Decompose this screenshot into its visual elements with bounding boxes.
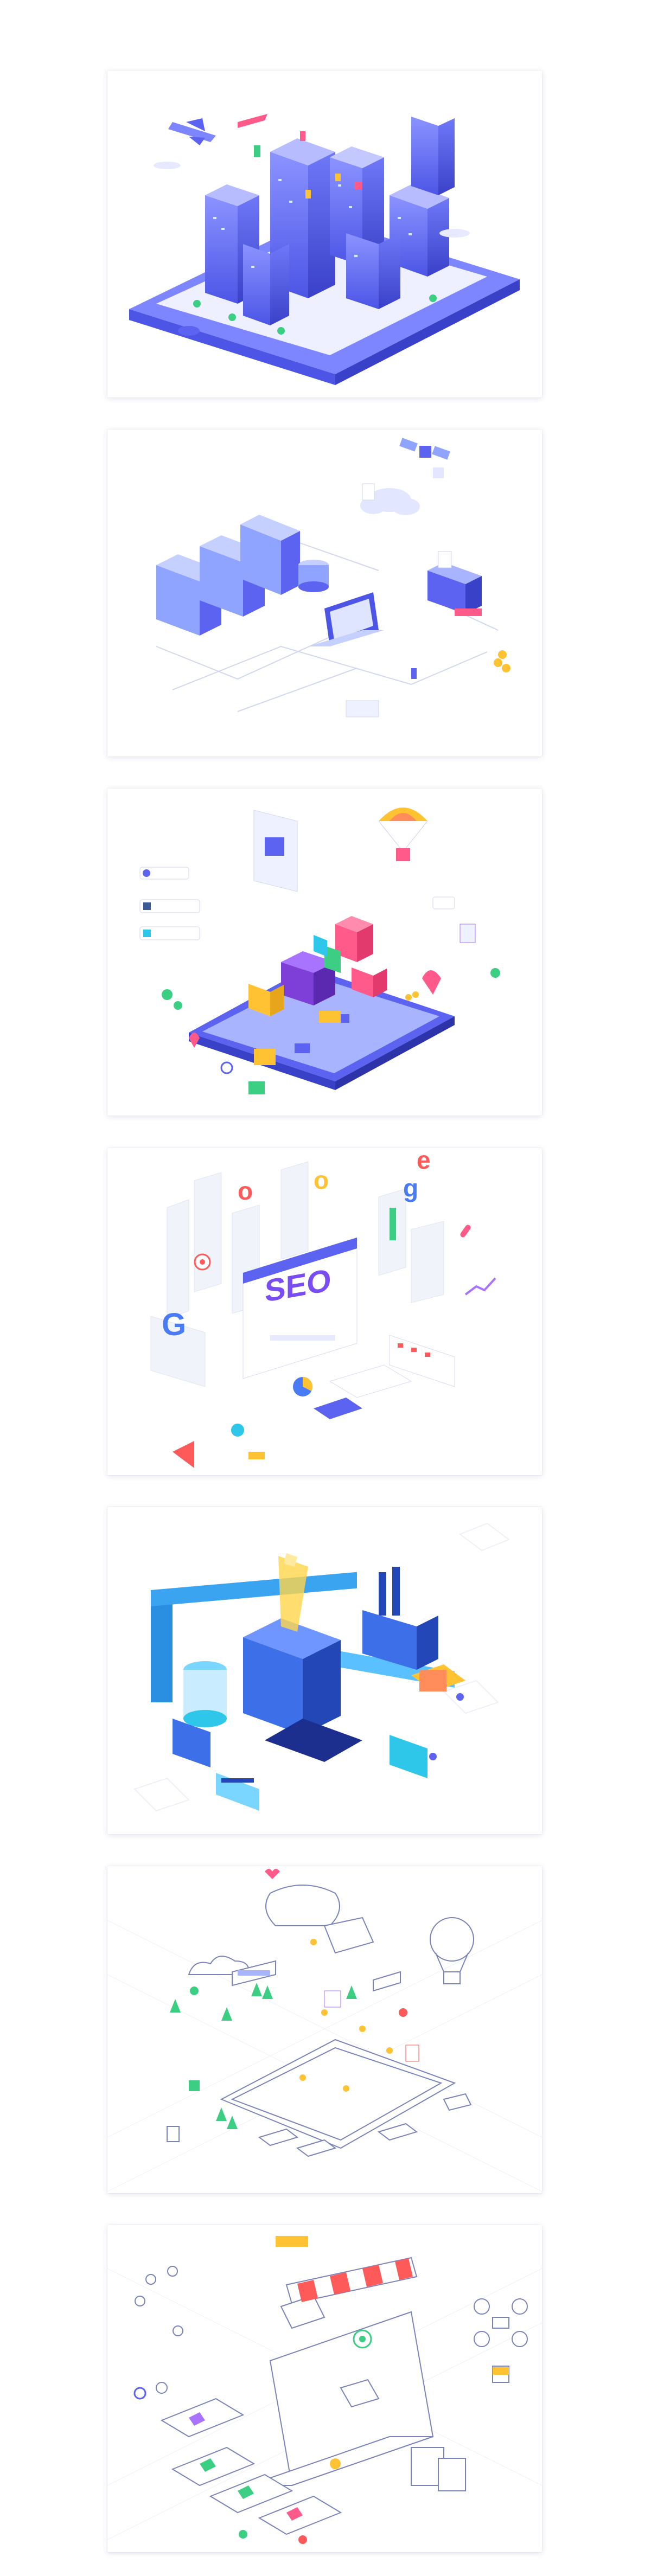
twitter-icon [143, 930, 151, 937]
seo-browser-window: SEO [242, 1237, 358, 1379]
google-letter-e: e [417, 1148, 431, 1174]
mobile-shopping-gifts-illustration [139, 808, 500, 1094]
search-icon [133, 2387, 146, 2400]
cloud-data-server-illustration [156, 438, 510, 717]
megaphone-icon [422, 970, 441, 995]
search-icon [220, 1061, 233, 1074]
line-mobile-banking-illustration [107, 1869, 542, 2192]
google-letter-o1: o [238, 1177, 253, 1205]
megaphone-icon [173, 1441, 194, 1468]
sale-tag-icon [276, 2236, 308, 2247]
key-icon [248, 1452, 265, 1459]
facebook-icon [143, 902, 151, 910]
seo-google-illustration: G o o g e SEO [150, 1148, 496, 1468]
laptop-icon [308, 592, 384, 646]
google-letter-g: G [162, 1307, 186, 1342]
parachute-gift-icon [378, 808, 428, 861]
google-letter-l [390, 1208, 396, 1240]
industrial-factory-illustration [133, 1522, 510, 1812]
illustration-card-4: G o o g e SEO [107, 1148, 542, 1475]
heart-icon [265, 1869, 280, 1879]
airplane-icon [168, 118, 216, 145]
satellite-icon [399, 438, 450, 460]
illustration-card-7 [107, 2225, 542, 2552]
illustration-card-2 [107, 430, 542, 757]
google-letter-g2: g [403, 1174, 418, 1202]
illustration-card-5 [107, 1507, 542, 1834]
cart-icon [248, 1081, 265, 1094]
illustration-card-6 [107, 1866, 542, 2193]
google-letter-o2: o [314, 1166, 329, 1194]
line-online-store-illustration [107, 2236, 542, 2544]
server-rack-group [156, 515, 300, 636]
smart-city-phone-illustration [129, 114, 520, 385]
illustration-card-1 [107, 71, 542, 398]
shirt-icon [265, 837, 284, 856]
illustration-card-3 [107, 789, 542, 1116]
